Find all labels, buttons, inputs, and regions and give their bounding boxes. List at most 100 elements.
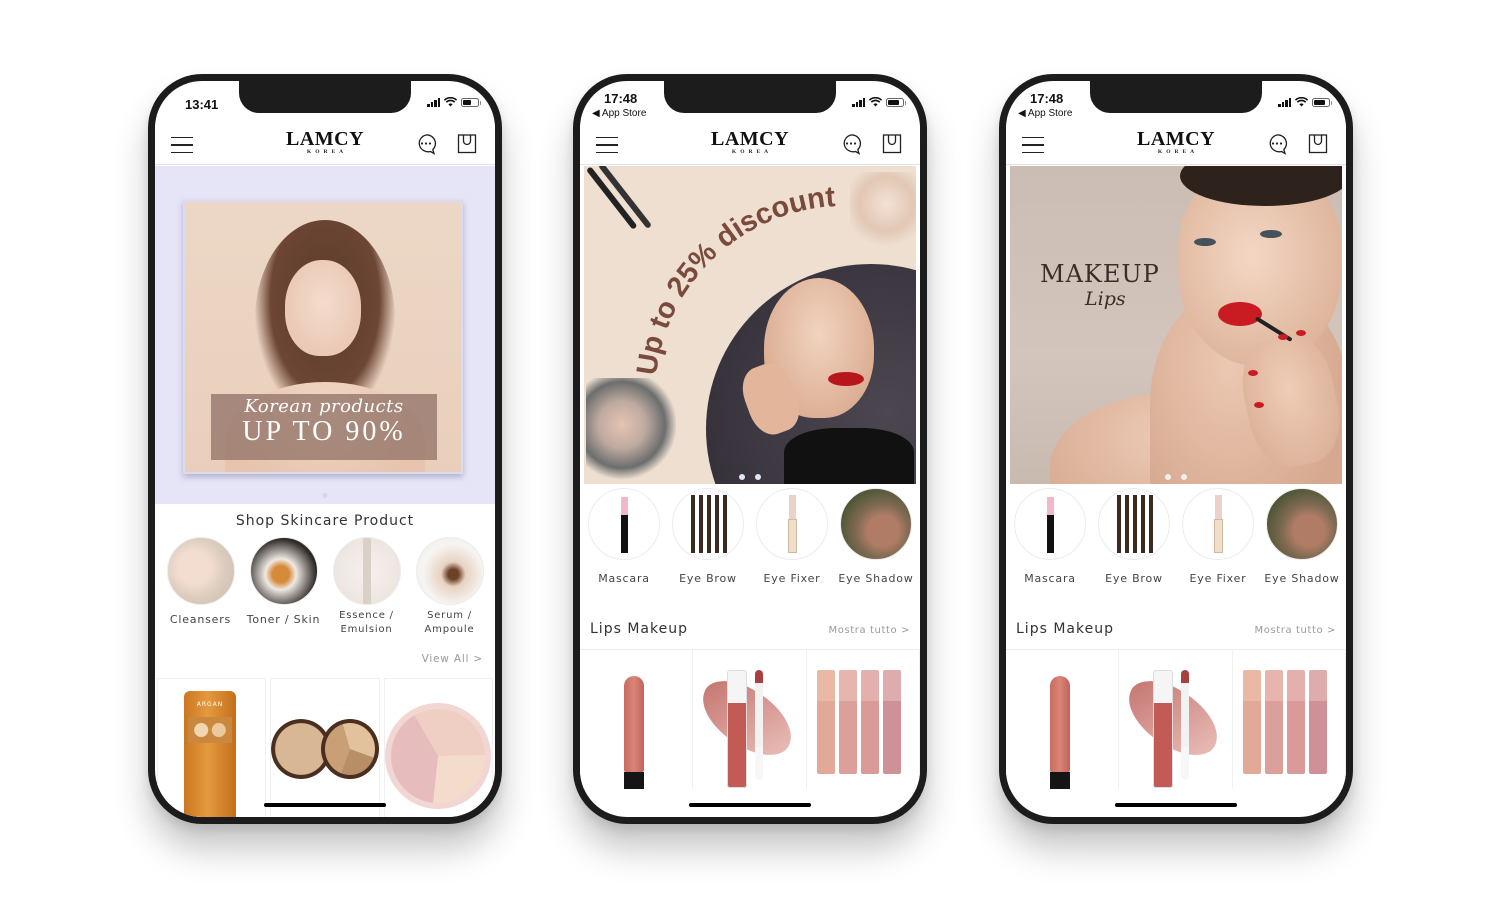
tint-image xyxy=(816,670,835,774)
phone-mockup-skincare: 13:41 LAMCY KOREA Korean products UP TO … xyxy=(148,74,502,824)
product-card[interactable] xyxy=(580,649,694,789)
category-label: Eye Shadow xyxy=(838,572,914,585)
lip-crayon-image xyxy=(1050,676,1070,789)
category-eye-shadow[interactable]: Eye Shadow xyxy=(834,488,918,586)
brand-name: LAMCY xyxy=(1136,128,1216,150)
cellular-signal-icon xyxy=(852,97,865,107)
category-cleansers[interactable]: Cleansers xyxy=(161,537,241,637)
category-image xyxy=(332,537,401,605)
model-face xyxy=(285,260,361,356)
category-label: Essence / Emulsion xyxy=(339,610,394,635)
category-eye-fixer[interactable]: Eye Fixer xyxy=(750,488,834,586)
category-image xyxy=(166,537,235,605)
lip-gloss-image xyxy=(1153,670,1174,788)
category-toner[interactable]: Toner / Skin xyxy=(244,537,324,637)
carousel-dot[interactable] xyxy=(1181,474,1187,480)
carousel-dot[interactable] xyxy=(739,474,745,480)
hamburger-icon[interactable] xyxy=(171,137,193,153)
product-card[interactable] xyxy=(806,649,920,789)
category-label: Toner / Skin xyxy=(246,613,321,626)
section-header: Lips Makeup Mostra tutto > xyxy=(590,621,910,637)
product-card[interactable]: ARGAN xyxy=(157,678,267,817)
chat-bubble-icon[interactable] xyxy=(840,133,862,155)
category-mascara[interactable]: Mascara xyxy=(582,488,666,586)
product-card[interactable] xyxy=(693,649,807,789)
status-time: 17:48 xyxy=(604,91,638,106)
chat-bubble-icon[interactable] xyxy=(1266,133,1288,155)
discount-headline: Up to 25% discount on makeup xyxy=(584,166,844,377)
product-card[interactable] xyxy=(270,678,380,817)
carousel-dots xyxy=(1165,474,1187,480)
product-card[interactable] xyxy=(383,678,493,817)
back-to-app-store[interactable]: ◀ App Store xyxy=(1018,108,1072,119)
category-image xyxy=(840,488,912,560)
brand-logo[interactable]: LAMCY KOREA xyxy=(711,129,789,155)
shopping-bag-icon[interactable] xyxy=(1308,132,1328,154)
category-eye-fixer[interactable]: Eye Fixer xyxy=(1176,488,1260,586)
carousel-dots xyxy=(739,474,761,480)
section-title: Lips Makeup xyxy=(1016,621,1114,637)
status-icons xyxy=(852,97,906,107)
battery-icon xyxy=(461,97,481,107)
battery-icon xyxy=(886,97,906,107)
model-lips xyxy=(1218,302,1262,326)
section-header: Lips Makeup Mostra tutto > xyxy=(1016,621,1336,637)
category-eye-shadow[interactable]: Eye Shadow xyxy=(1260,488,1344,586)
screen: 17:48 ◀ App Store LAMCY KOREA xyxy=(580,81,920,817)
product-card[interactable] xyxy=(1119,649,1233,789)
chat-bubble-icon[interactable] xyxy=(415,133,437,155)
hero-banner[interactable]: MAKEUP Lips xyxy=(1010,166,1342,484)
category-image xyxy=(588,488,660,560)
hero-banner[interactable]: Up to 25% discount on makeup xyxy=(584,166,916,484)
phone-mockup-makeup-discount: 17:48 ◀ App Store LAMCY KOREA Up to 25% … xyxy=(573,74,927,824)
brand-name: LAMCY xyxy=(710,128,790,150)
back-to-app-store[interactable]: ◀ App Store xyxy=(592,108,646,119)
notch xyxy=(239,81,411,113)
home-indicator[interactable] xyxy=(1115,803,1237,807)
hero-banner[interactable]: Korean products UP TO 90% xyxy=(155,166,495,504)
category-eye-brow[interactable]: Eye Brow xyxy=(1092,488,1176,586)
wifi-icon xyxy=(869,97,882,107)
product-card[interactable] xyxy=(1006,649,1120,789)
screen: 13:41 LAMCY KOREA Korean products UP TO … xyxy=(155,81,495,817)
hamburger-icon[interactable] xyxy=(1022,137,1044,153)
screen: 17:48 ◀ App Store LAMCY KOREA xyxy=(1006,81,1346,817)
promo-card[interactable]: Korean products UP TO 90% xyxy=(183,200,463,474)
brand-name: LAMCY xyxy=(285,128,365,150)
carousel-dot[interactable] xyxy=(755,474,761,480)
category-essence[interactable]: Essence / Emulsion xyxy=(327,537,407,637)
home-indicator[interactable] xyxy=(264,803,386,807)
category-label: Eye Brow xyxy=(679,572,737,585)
category-serum[interactable]: Serum / Ampoule xyxy=(410,537,490,637)
tint-image xyxy=(882,670,901,774)
product-row xyxy=(1006,649,1346,789)
hamburger-icon[interactable] xyxy=(596,137,618,153)
brand-logo[interactable]: LAMCY KOREA xyxy=(286,129,364,155)
lip-gloss-image xyxy=(727,670,748,788)
category-image xyxy=(1014,488,1086,560)
category-label: Eye Fixer xyxy=(1189,572,1247,585)
category-list: Mascara Eye Brow Eye Fixer Eye Shadow xyxy=(580,488,920,586)
show-all-link[interactable]: Mostra tutto > xyxy=(1255,625,1336,636)
category-label: Mascara xyxy=(598,572,650,585)
category-eye-brow[interactable]: Eye Brow xyxy=(666,488,750,586)
category-image xyxy=(415,537,484,605)
category-mascara[interactable]: Mascara xyxy=(1008,488,1092,586)
compact-image xyxy=(321,719,379,779)
notch xyxy=(1090,81,1262,113)
brand-logo[interactable]: LAMCY KOREA xyxy=(1137,129,1215,155)
home-indicator[interactable] xyxy=(689,803,811,807)
product-card[interactable] xyxy=(1232,649,1346,789)
shopping-bag-icon[interactable] xyxy=(457,132,477,154)
carousel-dot[interactable] xyxy=(1165,474,1171,480)
discount-headline-text: Up to 25% discount on makeup xyxy=(584,166,844,377)
highlighter-image xyxy=(384,703,491,809)
category-list: Cleansers Toner / Skin Essence / Emulsio… xyxy=(155,537,495,637)
shopping-bag-icon[interactable] xyxy=(882,132,902,154)
tint-image xyxy=(860,670,879,774)
svg-text:Up to 25% discount on makeup: Up to 25% discount on makeup xyxy=(584,166,844,377)
show-all-link[interactable]: Mostra tutto > xyxy=(829,625,910,636)
carousel-dot[interactable] xyxy=(322,493,328,498)
status-icons xyxy=(427,97,481,107)
view-all-link[interactable]: View All > xyxy=(422,653,483,665)
